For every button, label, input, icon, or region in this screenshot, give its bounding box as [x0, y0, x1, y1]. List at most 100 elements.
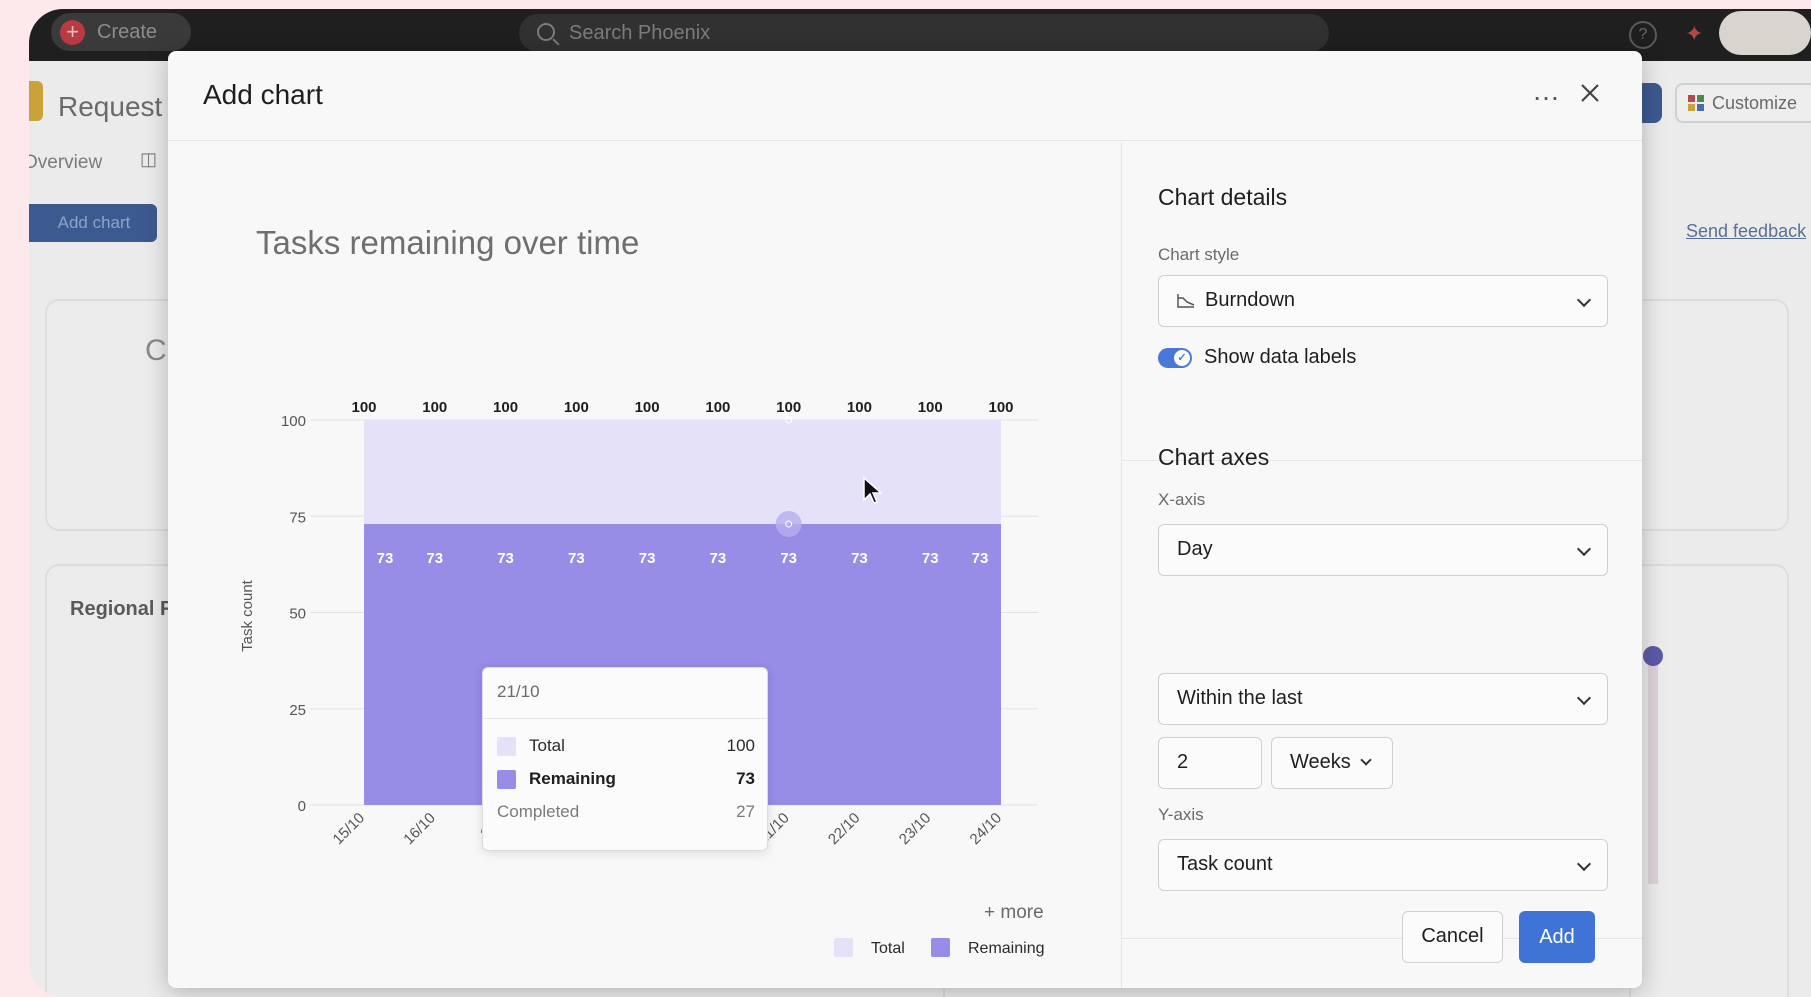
chevron-down-icon: [1576, 292, 1592, 308]
data-label-total: 100: [493, 399, 518, 416]
legend-swatch-remaining: [931, 938, 950, 957]
chart-canvas: 0 25 50 75 100 Task count 100 100 100 100 100 100 10…: [239, 399, 1044, 957]
x-tick-label: 23/10: [896, 810, 935, 849]
x-tick-label: 24/10: [967, 810, 1006, 849]
legend-label-remaining: Remaining: [968, 940, 1044, 957]
y-axis-value: Task count: [1177, 853, 1273, 875]
x-axis-value: Day: [1177, 538, 1213, 560]
y-tick-label: 50: [289, 606, 306, 623]
burndown-chart-icon: [1177, 294, 1195, 308]
x-axis-label: X-axis: [1158, 490, 1206, 509]
card-title: C: [145, 334, 167, 367]
chart-style-select[interactable]: Burndown: [1158, 275, 1608, 327]
chart-style-label: Chart style: [1158, 245, 1240, 264]
tooltip-row-remaining: Remaining 73: [497, 767, 755, 791]
more-options-icon[interactable]: …: [1532, 75, 1561, 107]
chart-settings-panel: Chart details Chart style Burndown ✓ Sho…: [1121, 142, 1642, 988]
y-tick-label: 0: [298, 798, 306, 815]
x-tick-label: 15/10: [330, 810, 369, 849]
tooltip-value: 73: [736, 769, 755, 788]
close-icon[interactable]: [1576, 79, 1604, 107]
x-tick-label: 22/10: [825, 810, 864, 849]
chevron-down-icon: [1576, 856, 1592, 872]
data-label-total: 100: [988, 399, 1013, 416]
data-label-remaining: 73: [780, 550, 797, 567]
range-unit-select[interactable]: Weeks: [1271, 737, 1393, 789]
data-label-remaining: 73: [377, 550, 394, 567]
legend-swatch-total: [834, 938, 853, 957]
global-search-input[interactable]: Search Phoenix: [519, 14, 1329, 52]
plus-icon: +: [60, 20, 85, 45]
total-swatch: [497, 737, 516, 756]
data-label-remaining: 73: [568, 550, 585, 567]
dialog-header: Add chart …: [168, 51, 1642, 141]
avatar[interactable]: [1719, 11, 1811, 55]
data-label-total: 100: [564, 399, 589, 416]
search-placeholder: Search Phoenix: [569, 22, 711, 44]
x-axis-select[interactable]: Day: [1158, 524, 1608, 576]
y-axis-label: Y-axis: [1158, 805, 1204, 824]
divider: [483, 718, 767, 719]
data-label-total: 100: [635, 399, 660, 416]
y-tick-label: 75: [289, 509, 306, 526]
chart-details-heading: Chart details: [1158, 184, 1288, 210]
add-chart-button[interactable]: Add chart: [29, 204, 157, 242]
chart-preview: Tasks remaining over time 0 25 50 75 100 Task…: [168, 142, 1121, 988]
data-label-total: 100: [705, 399, 730, 416]
data-label-total: 100: [351, 399, 376, 416]
tooltip-row-completed: Completed 27: [497, 800, 755, 824]
x-tick-label: 16/10: [400, 810, 439, 849]
date-range-select[interactable]: Within the last: [1158, 673, 1608, 725]
tab-overview[interactable]: Overview: [29, 152, 102, 174]
sparkle-icon[interactable]: ✦: [1685, 21, 1703, 47]
dialog-title: Add chart: [203, 79, 323, 110]
check-icon: ✓: [1174, 350, 1190, 366]
chevron-down-icon: [1576, 690, 1592, 706]
data-label-remaining: 73: [922, 550, 939, 567]
tooltip-label: Remaining: [529, 769, 616, 788]
tooltip-date: 21/10: [497, 682, 540, 701]
y-tick-label: 25: [289, 702, 306, 719]
range-unit-value: Weeks: [1290, 751, 1351, 773]
tooltip-value: 100: [726, 736, 755, 755]
send-feedback-link[interactable]: Send feedback: [1686, 221, 1806, 242]
legend-label-total: Total: [871, 940, 905, 957]
customize-icon: [1688, 95, 1704, 111]
data-label-total: 100: [776, 399, 801, 416]
date-range-value: Within the last: [1177, 687, 1303, 709]
data-label-remaining: 73: [426, 550, 443, 567]
board-icon[interactable]: ◫: [140, 149, 157, 170]
create-button[interactable]: + Create: [51, 13, 191, 51]
help-icon[interactable]: ?: [1629, 21, 1657, 49]
tooltip-value: 27: [736, 802, 755, 821]
data-label-remaining: 73: [972, 550, 989, 567]
chevron-down-icon: [1360, 754, 1372, 766]
dashboard-card: [1629, 299, 1789, 531]
tooltip-label: Total: [529, 736, 565, 755]
tooltip-row-total: Total 100: [497, 734, 755, 758]
y-tick-label: 100: [281, 413, 306, 430]
share-button[interactable]: [1642, 83, 1662, 123]
add-button[interactable]: Add: [1519, 911, 1595, 963]
card-title: Regional R: [70, 598, 175, 620]
chart-bar: [1648, 664, 1658, 884]
data-label-remaining: 73: [851, 550, 868, 567]
customize-button[interactable]: Customize: [1675, 83, 1811, 123]
chevron-down-icon: [1576, 541, 1592, 557]
show-data-labels-label: Show data labels: [1204, 346, 1357, 368]
show-data-labels-toggle[interactable]: ✓: [1158, 348, 1192, 368]
remaining-swatch: [497, 770, 516, 789]
data-label-total: 100: [847, 399, 872, 416]
project-icon: [29, 81, 43, 121]
chart-axes-heading: Chart axes: [1158, 444, 1270, 470]
y-axis-label: Task count: [239, 579, 256, 652]
y-axis-select[interactable]: Task count: [1158, 839, 1608, 891]
add-chart-dialog: Add chart … Tasks remaining over time 02…: [168, 51, 1642, 988]
mouse-cursor-icon: [863, 476, 883, 504]
more-link[interactable]: + more: [984, 902, 1044, 924]
range-number-input[interactable]: 2: [1158, 737, 1262, 789]
chart-style-value: Burndown: [1205, 289, 1296, 311]
data-label-remaining: 73: [710, 550, 727, 567]
data-label-total: 100: [918, 399, 943, 416]
cancel-button[interactable]: Cancel: [1402, 911, 1503, 963]
